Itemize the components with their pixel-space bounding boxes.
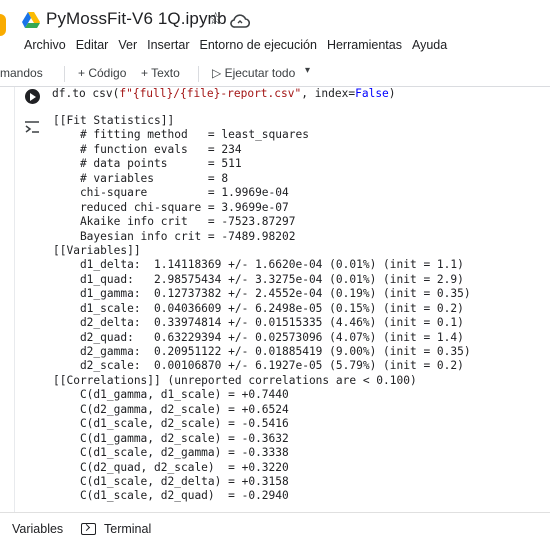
notebook-toolbar: mandos + Código + Texto ▷ Ejecutar todo … <box>0 60 550 87</box>
output-line: d1_scale: 0.04036609 +/- 6.2498e-05 (0.1… <box>53 301 464 315</box>
code-prefix: df.to_csv( <box>52 87 120 99</box>
add-text-button[interactable]: + Texto <box>141 66 180 80</box>
output-line: d2_gamma: 0.20951122 +/- 0.01885419 (9.0… <box>53 345 471 358</box>
output-line: C(d1_gamma, d2_scale) = -0.3632 <box>53 431 289 445</box>
code-string: f"{full}/{file}-report.csv" <box>119 87 302 99</box>
code-editor[interactable]: df.to_csv(f"{full}/{file}-report.csv", i… <box>52 87 396 99</box>
code-end: ) <box>388 87 396 99</box>
output-line: Bayesian info crit = -7489.98202 <box>53 229 296 243</box>
menu-editar[interactable]: Editar <box>76 38 109 52</box>
cloud-icon[interactable] <box>230 13 250 29</box>
menu-insertar[interactable]: Insertar <box>147 38 189 52</box>
code-suffix: , index= <box>301 87 356 99</box>
output-line: [[Correlations]] (unreported correlation… <box>53 373 417 387</box>
output-line: d1_quad: 2.98575434 +/- 3.3275e-04 (0.01… <box>53 272 464 286</box>
colab-logo-icon[interactable] <box>0 14 6 36</box>
output-line: [[Fit Statistics]] <box>53 114 175 127</box>
menu-ayuda[interactable]: Ayuda <box>412 38 447 52</box>
output-line: chi-square = 1.9969e-04 <box>53 186 289 200</box>
toolbar-divider <box>198 66 199 82</box>
cell-gutter <box>14 87 15 512</box>
output-line: # variables = 8 <box>53 171 229 185</box>
run-all-dropdown-icon[interactable]: ▾ <box>305 65 310 76</box>
cell-output: [[Fit Statistics]] # fitting method = le… <box>53 114 471 504</box>
bottom-bar: Variables Terminal <box>0 512 550 539</box>
notebook-cell: df.to_csv(f"{full}/{file}-report.csv", i… <box>0 87 550 512</box>
output-line: C(d1_scale, d2_scale) = -0.5416 <box>53 417 289 431</box>
output-line: d2_delta: 0.33974814 +/- 0.01515335 (4.4… <box>53 316 464 330</box>
notebook-title[interactable]: PyMossFit-V6 1Q.ipynb <box>46 9 227 29</box>
output-line: reduced chi-square = 3.9699e-07 <box>53 200 289 214</box>
menu-ver[interactable]: Ver <box>118 38 137 52</box>
menu-bar: Archivo Editar Ver Insertar Entorno de e… <box>24 38 457 52</box>
drive-logo-icon <box>22 12 40 28</box>
output-actions-icon[interactable] <box>24 120 40 136</box>
output-line: [[Variables]] <box>53 243 141 257</box>
menu-herramientas[interactable]: Herramientas <box>327 38 402 52</box>
run-cell-button[interactable] <box>25 89 40 104</box>
output-line: C(d1_scale, d2_quad) = -0.2940 <box>53 489 289 503</box>
code-keyword: False <box>355 87 389 99</box>
output-line: C(d1_scale, d2_delta) = +0.3158 <box>53 474 289 488</box>
menu-entorno[interactable]: Entorno de ejecución <box>200 38 317 52</box>
output-line: d2_scale: 0.00106870 +/- 6.1927e-05 (5.7… <box>53 359 464 373</box>
output-line: # fitting method = least_squares <box>53 128 309 142</box>
output-line: C(d2_gamma, d2_scale) = +0.6524 <box>53 402 289 416</box>
run-all-button[interactable]: ▷ Ejecutar todo <box>212 66 295 80</box>
toolbar-divider <box>64 66 65 82</box>
output-line: C(d2_quad, d2_scale) = +0.3220 <box>53 460 289 474</box>
output-line: d1_gamma: 0.12737382 +/- 2.4552e-04 (0.1… <box>53 287 471 301</box>
output-line: # data points = 511 <box>53 157 242 171</box>
output-line: C(d1_scale, d2_gamma) = -0.3338 <box>53 446 289 460</box>
output-line: Akaike info crit = -7523.87297 <box>53 215 296 229</box>
add-code-button[interactable]: + Código <box>78 66 126 80</box>
commands-button[interactable]: mandos <box>0 66 43 80</box>
menu-archivo[interactable]: Archivo <box>24 38 66 52</box>
variables-tab[interactable]: Variables <box>12 522 63 536</box>
terminal-icon <box>81 523 96 535</box>
output-line: C(d1_gamma, d1_scale) = +0.7440 <box>53 388 289 402</box>
title-bar: PyMossFit-V6 1Q.ipynb ☆ Archivo Editar V… <box>0 0 550 60</box>
output-line: d2_quad: 0.63229394 +/- 0.02573096 (4.07… <box>53 330 464 344</box>
output-line: d1_delta: 1.14118369 +/- 1.6620e-04 (0.0… <box>53 258 464 272</box>
star-icon[interactable]: ☆ <box>208 10 223 28</box>
terminal-tab[interactable]: Terminal <box>104 522 151 536</box>
output-line: # function evals = 234 <box>53 142 242 156</box>
